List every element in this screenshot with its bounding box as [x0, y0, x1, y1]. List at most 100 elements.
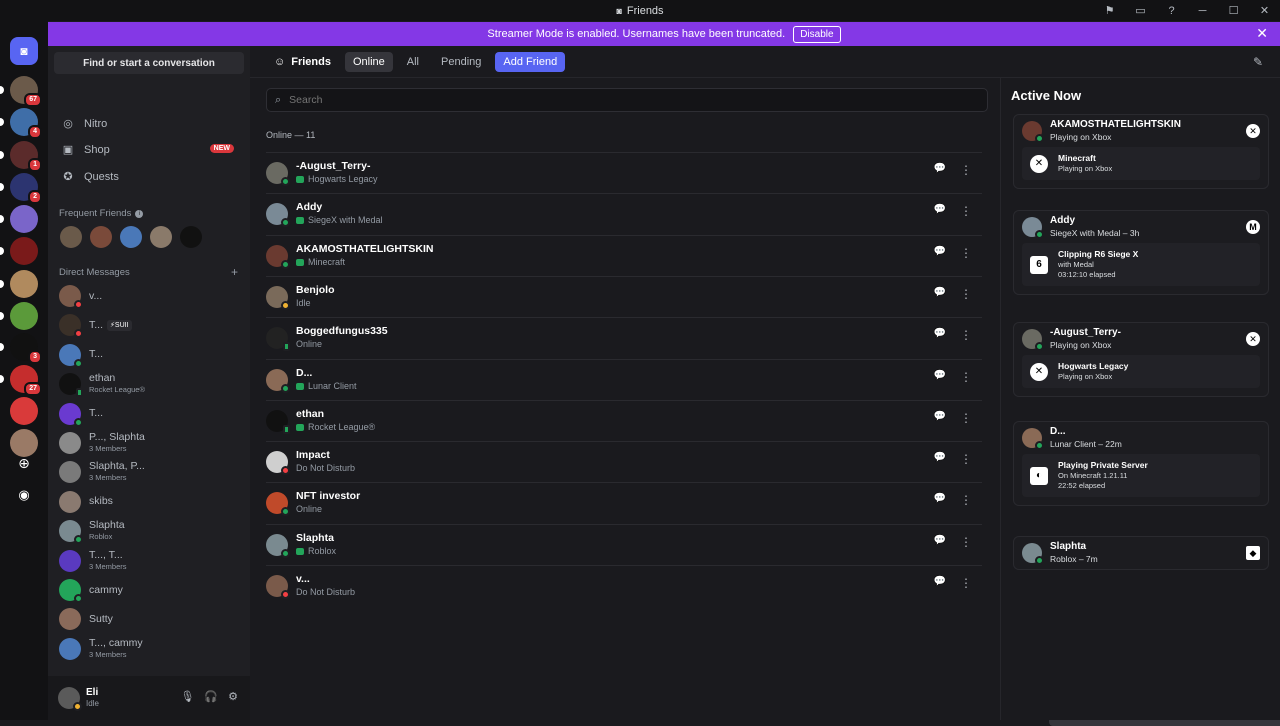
friend-row[interactable]: v... Do Not Disturb 💬 ⋮: [266, 565, 982, 606]
search-bar[interactable]: ⌕: [266, 88, 988, 112]
active-now-card[interactable]: -August_Terry- Playing on Xbox ✕ ✕ Hogwarts …: [1013, 322, 1269, 397]
create-dm-icon[interactable]: +: [231, 265, 238, 279]
more-options-icon[interactable]: ⋮: [960, 287, 972, 301]
sidebar-item-nitro[interactable]: ◎ Nitro: [54, 111, 244, 136]
dm-list-item[interactable]: P..., Slaphta 3 Members: [54, 429, 244, 457]
server-icon[interactable]: [10, 397, 38, 425]
screen-share-icon[interactable]: ▭: [1125, 4, 1156, 17]
message-icon[interactable]: 💬: [934, 204, 946, 218]
more-options-icon[interactable]: ⋮: [960, 246, 972, 260]
active-now-card[interactable]: Slaphta Roblox – 7m ◆: [1013, 536, 1269, 570]
message-icon[interactable]: 💬: [934, 163, 946, 177]
more-options-icon[interactable]: ⋮: [960, 370, 972, 384]
more-options-icon[interactable]: ⋮: [960, 576, 972, 590]
active-now-card[interactable]: AKAMOSTHATELIGHTSKIN Playing on Xbox ✕ ✕ Min…: [1013, 114, 1269, 189]
settings-gear-icon[interactable]: ⚙: [228, 690, 238, 703]
inbox-icon[interactable]: ⚑: [1094, 4, 1125, 17]
discover-icon[interactable]: ◉: [10, 481, 38, 509]
disable-button[interactable]: Disable: [793, 25, 841, 43]
message-icon[interactable]: 💬: [934, 576, 946, 590]
server-icon[interactable]: 67: [0, 76, 42, 107]
card-header: Slaphta Roblox – 7m ◆: [1014, 537, 1268, 569]
dm-list-item[interactable]: T..., T... 3 Members: [54, 547, 244, 575]
message-icon[interactable]: 💬: [934, 493, 946, 507]
active-now-card[interactable]: Addy SiegeX with Medal – 3h M 6 Clipping R6 …: [1013, 210, 1269, 295]
new-group-dm-icon[interactable]: ✎: [1253, 55, 1263, 69]
server-icon[interactable]: 27: [0, 365, 42, 396]
more-options-icon[interactable]: ⋮: [960, 493, 972, 507]
active-now-title: Active Now: [1011, 88, 1082, 103]
message-icon[interactable]: 💬: [934, 328, 946, 342]
dm-list-item[interactable]: skibs: [54, 488, 244, 516]
server-icon[interactable]: ◙: [10, 37, 38, 65]
frequent-friend-avatar[interactable]: [120, 226, 142, 248]
friend-row[interactable]: AKAMOSTHATELIGHTSKIN Minecraft 💬 ⋮: [266, 234, 982, 276]
frequent-friend-avatar[interactable]: [90, 226, 112, 248]
dm-list-item[interactable]: ethan Rocket League®: [54, 370, 244, 398]
server-icon[interactable]: [0, 302, 38, 330]
more-options-icon[interactable]: ⋮: [960, 328, 972, 342]
dm-list-item[interactable]: v...: [54, 282, 244, 310]
dm-list-item[interactable]: cammy: [54, 576, 244, 604]
dm-list-item[interactable]: Sutty: [54, 605, 244, 633]
more-options-icon[interactable]: ⋮: [960, 452, 972, 466]
active-now-card[interactable]: D... Lunar Client – 22m ◐ Playing Private S…: [1013, 421, 1269, 506]
sidebar-item-shop[interactable]: ▣ Shop NEW: [54, 137, 244, 162]
server-icon[interactable]: [0, 205, 38, 233]
more-options-icon[interactable]: ⋮: [960, 163, 972, 177]
friend-row[interactable]: Boggedfungus335 Online 💬 ⋮: [266, 317, 982, 358]
server-icon[interactable]: 1: [0, 141, 42, 172]
tab-pending[interactable]: Pending: [433, 52, 489, 72]
minimize-button[interactable]: ─: [1187, 5, 1218, 17]
close-window-button[interactable]: ✕: [1249, 4, 1280, 17]
more-options-icon[interactable]: ⋮: [960, 535, 972, 549]
more-options-icon[interactable]: ⋮: [960, 204, 972, 218]
friend-row[interactable]: NFT investor Online 💬 ⋮: [266, 482, 982, 523]
sidebar-item-quests[interactable]: ✪ Quests: [54, 164, 244, 189]
info-icon[interactable]: i: [135, 209, 144, 218]
dm-list-item[interactable]: T..., cammy 3 Members: [54, 635, 244, 663]
friend-row[interactable]: Benjolo Idle 💬 ⋮: [266, 275, 982, 317]
maximize-button[interactable]: ☐: [1218, 4, 1249, 17]
add-server-icon[interactable]: ⊕: [10, 449, 38, 477]
message-icon[interactable]: 💬: [934, 287, 946, 301]
server-icon[interactable]: [0, 270, 38, 298]
dm-list-item[interactable]: Slaphta Roblox: [54, 517, 244, 545]
help-icon[interactable]: ?: [1156, 5, 1187, 17]
user-avatar[interactable]: [58, 687, 82, 711]
find-conversation-button[interactable]: Find or start a conversation: [54, 52, 244, 74]
more-options-icon[interactable]: ⋮: [960, 411, 972, 425]
headphones-icon[interactable]: 🎧: [204, 690, 218, 703]
close-banner-icon[interactable]: ✕: [1256, 26, 1268, 40]
server-icon[interactable]: 3: [0, 333, 42, 364]
frequent-friend-avatar[interactable]: [60, 226, 82, 248]
friend-row[interactable]: ethan Rocket League® 💬 ⋮: [266, 399, 982, 441]
dm-list-item[interactable]: Slaphta, P... 3 Members: [54, 458, 244, 486]
search-input[interactable]: [289, 94, 890, 106]
friend-name: NFT investor: [296, 490, 361, 503]
dm-list-item[interactable]: T... ⚡SUII: [54, 311, 244, 339]
message-icon[interactable]: 💬: [934, 411, 946, 425]
server-icon[interactable]: [0, 237, 38, 265]
friend-row[interactable]: D... Lunar Client 💬 ⋮: [266, 358, 982, 400]
frequent-friend-avatar[interactable]: [150, 226, 172, 248]
message-icon[interactable]: 💬: [934, 452, 946, 466]
status-indicator: [283, 424, 290, 434]
microphone-icon[interactable]: 🎙: [180, 690, 194, 703]
dm-list-item[interactable]: T...: [54, 341, 244, 369]
friend-row[interactable]: Slaphta Roblox 💬 ⋮: [266, 523, 982, 565]
frequent-friend-avatar[interactable]: [180, 226, 202, 248]
message-icon[interactable]: 💬: [934, 246, 946, 260]
tab-all[interactable]: All: [399, 52, 427, 72]
server-icon[interactable]: 4: [0, 108, 42, 139]
gamepad-icon: [296, 423, 304, 431]
server-icon[interactable]: 2: [0, 173, 42, 204]
add-friend-button[interactable]: Add Friend: [495, 51, 566, 72]
message-icon[interactable]: 💬: [934, 370, 946, 384]
friend-row[interactable]: Addy SiegeX with Medal 💬 ⋮: [266, 193, 982, 234]
friend-row[interactable]: Impact Do Not Disturb 💬 ⋮: [266, 441, 982, 482]
friend-row[interactable]: -August_Terry- Hogwarts Legacy 💬 ⋮: [266, 152, 982, 193]
message-icon[interactable]: 💬: [934, 535, 946, 549]
tab-online[interactable]: Online: [344, 51, 393, 72]
dm-list-item[interactable]: T...: [54, 400, 244, 428]
